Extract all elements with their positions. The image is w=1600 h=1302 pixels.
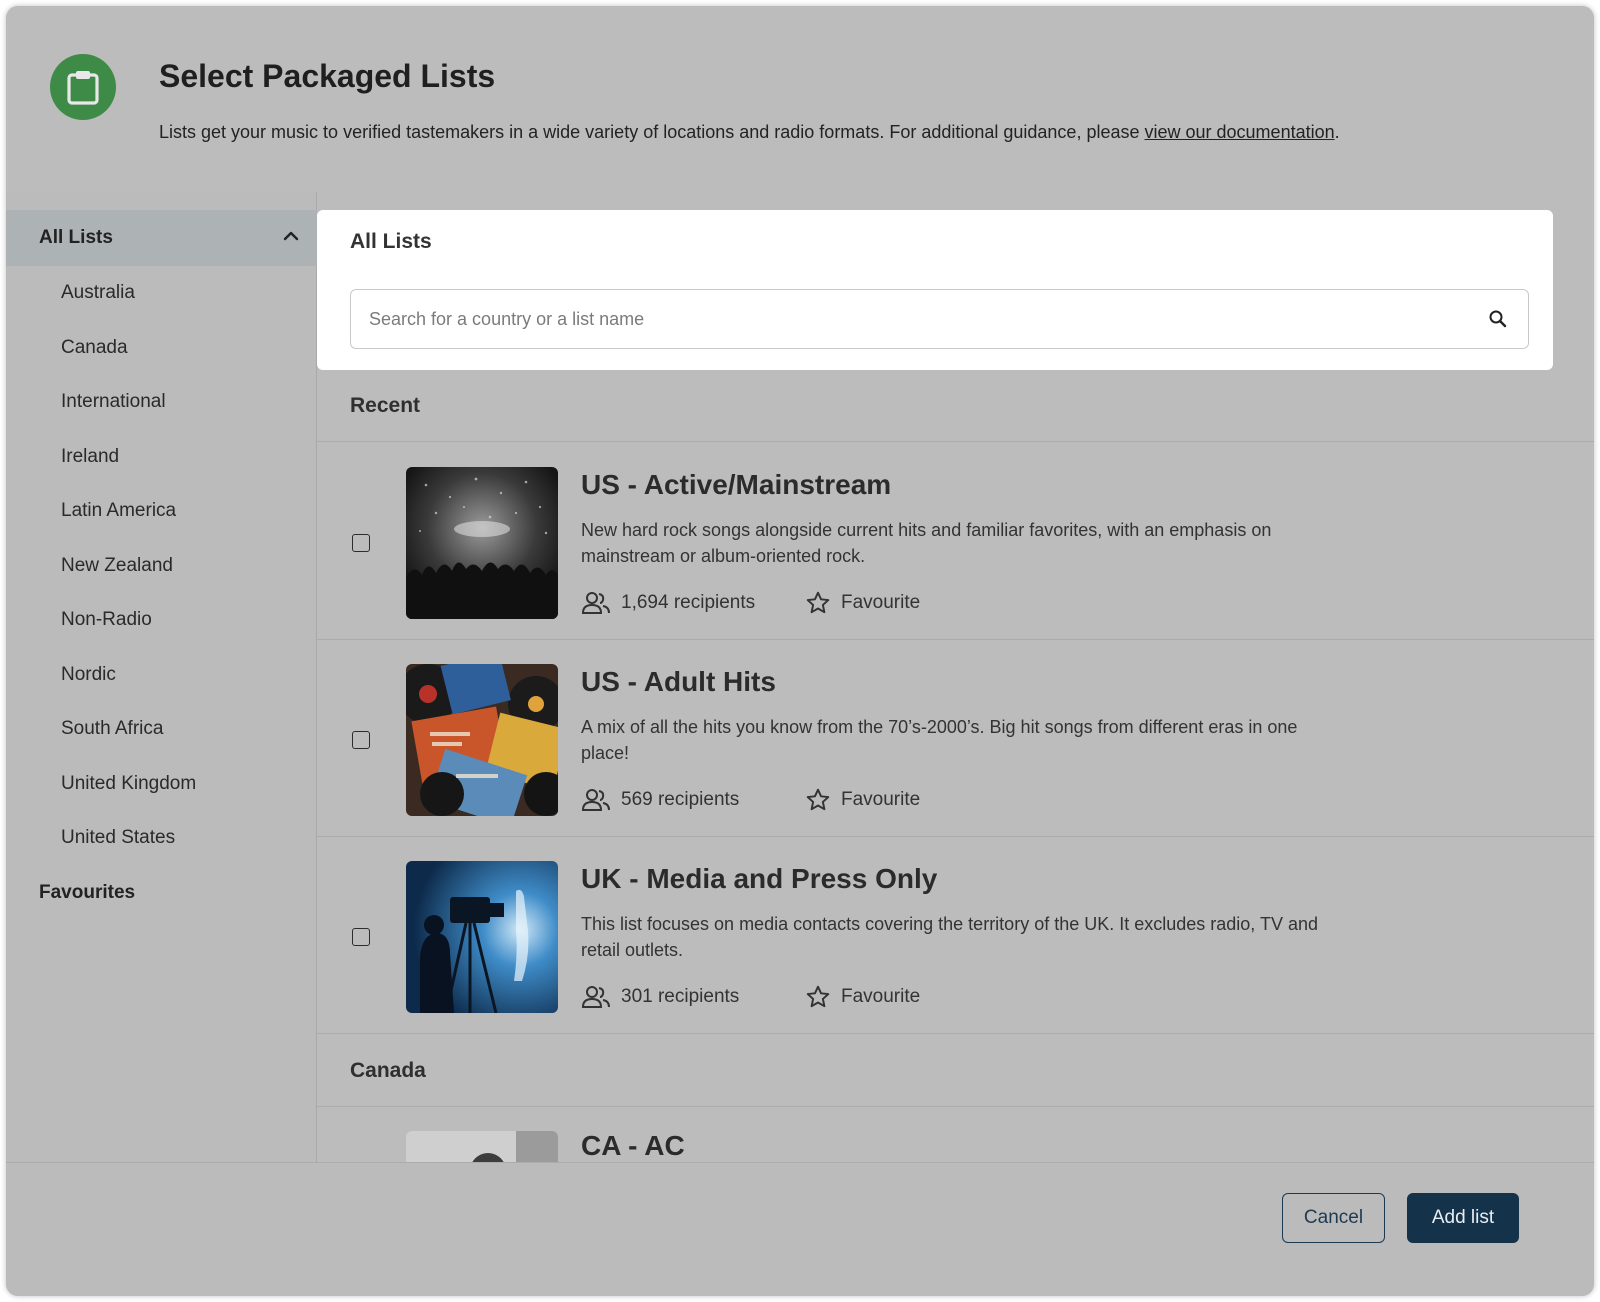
recipients-count: 569 recipients [581,788,805,812]
search-card: All Lists [317,210,1553,370]
clipboard-icon [50,54,116,120]
search-icon[interactable] [1488,309,1508,334]
sidebar-item-ireland[interactable]: Ireland [6,430,317,485]
description-text: Lists get your music to verified tastema… [159,122,1145,142]
list-item: US - Adult Hits A mix of all the hits yo… [317,640,1594,837]
list-item: US - Active/Mainstream New hard rock son… [317,443,1594,640]
recipients-count: 1,694 recipients [581,591,805,615]
list-title: CA - AC [581,1130,685,1161]
sidebar-item-australia[interactable]: Australia [6,266,317,321]
recipients-label: 301 recipients [621,986,740,1007]
sidebar-item-united-kingdom[interactable]: United Kingdom [6,757,317,812]
modal-header: Select Packaged Lists Lists get your mus… [6,6,1594,192]
sidebar-item-international[interactable]: International [6,375,317,430]
recipients-label: 1,694 recipients [621,592,756,613]
star-icon [806,591,830,614]
sidebar-country-list: Australia Canada International Ireland L… [6,266,317,866]
recipients-label: 569 recipients [621,789,740,810]
lists-panel: All Lists Recent [317,192,1594,1162]
modal-description: Lists get your music to verified tastema… [159,122,1340,143]
list-thumbnail-concert [406,467,558,619]
favourite-label: Favourite [841,789,921,810]
list-title: UK - Media and Press Only [581,863,938,894]
list-meta: 1,694 recipients Favourite [581,589,920,617]
sidebar-item-united-states[interactable]: United States [6,811,317,866]
list-item: CA - AC [317,1108,1594,1162]
modal-title: Select Packaged Lists [159,58,496,94]
list-thumbnail-camera [406,861,558,1013]
search-box [350,289,1529,349]
sidebar-item-non-radio[interactable]: Non-Radio [6,593,317,648]
packaged-lists-modal: Select Packaged Lists Lists get your mus… [6,6,1594,1296]
sidebar-favourites[interactable]: Favourites [39,882,135,904]
favourite-toggle[interactable]: Favourite [805,590,920,616]
list-item: UK - Media and Press Only This list focu… [317,837,1594,1034]
users-icon [581,789,610,811]
cancel-button[interactable]: Cancel [1282,1193,1385,1243]
sidebar-item-new-zealand[interactable]: New Zealand [6,539,317,594]
sidebar-item-nordic[interactable]: Nordic [6,648,317,703]
section-heading-canada: Canada [317,1035,1594,1107]
list-thumbnail-records [406,664,558,816]
users-icon [581,592,610,614]
modal-footer: Cancel Add list [6,1162,1594,1296]
list-title: US - Active/Mainstream [581,469,892,500]
list-description: This list focuses on media contacts cove… [581,914,1319,960]
list-meta: 301 recipients Favourite [581,983,920,1011]
favourite-label: Favourite [841,986,921,1007]
list-checkbox[interactable] [352,928,370,946]
description-trailing: . [1334,122,1340,142]
panel-title: All Lists [350,230,432,253]
star-icon [806,985,830,1008]
section-heading-recent: Recent [317,370,1594,442]
users-icon [581,986,610,1008]
list-title: US - Adult Hits [581,666,776,697]
chevron-up-icon [281,226,301,251]
sidebar-item-south-africa[interactable]: South Africa [6,702,317,757]
list-checkbox[interactable] [352,731,370,749]
sidebar-item-latin-america[interactable]: Latin America [6,484,317,539]
list-meta: 569 recipients Favourite [581,786,920,814]
favourite-label: Favourite [841,592,921,613]
star-icon [806,788,830,811]
sidebar-all-lists-toggle[interactable]: All Lists [6,210,317,266]
sidebar: All Lists Australia Canada International… [6,192,317,1162]
recipients-count: 301 recipients [581,985,805,1009]
favourite-toggle[interactable]: Favourite [805,787,920,813]
sidebar-item-canada[interactable]: Canada [6,321,317,376]
documentation-link[interactable]: view our documentation [1145,122,1335,142]
list-thumbnail-ca-ac [406,1131,558,1162]
sidebar-all-lists-label: All Lists [39,227,113,248]
list-description: A mix of all the hits you know from the … [581,717,1298,763]
favourite-toggle[interactable]: Favourite [805,984,920,1010]
search-input[interactable] [369,290,1469,348]
list-checkbox[interactable] [352,534,370,552]
list-description: New hard rock songs alongside current hi… [581,520,1272,566]
add-list-button[interactable]: Add list [1407,1193,1519,1243]
